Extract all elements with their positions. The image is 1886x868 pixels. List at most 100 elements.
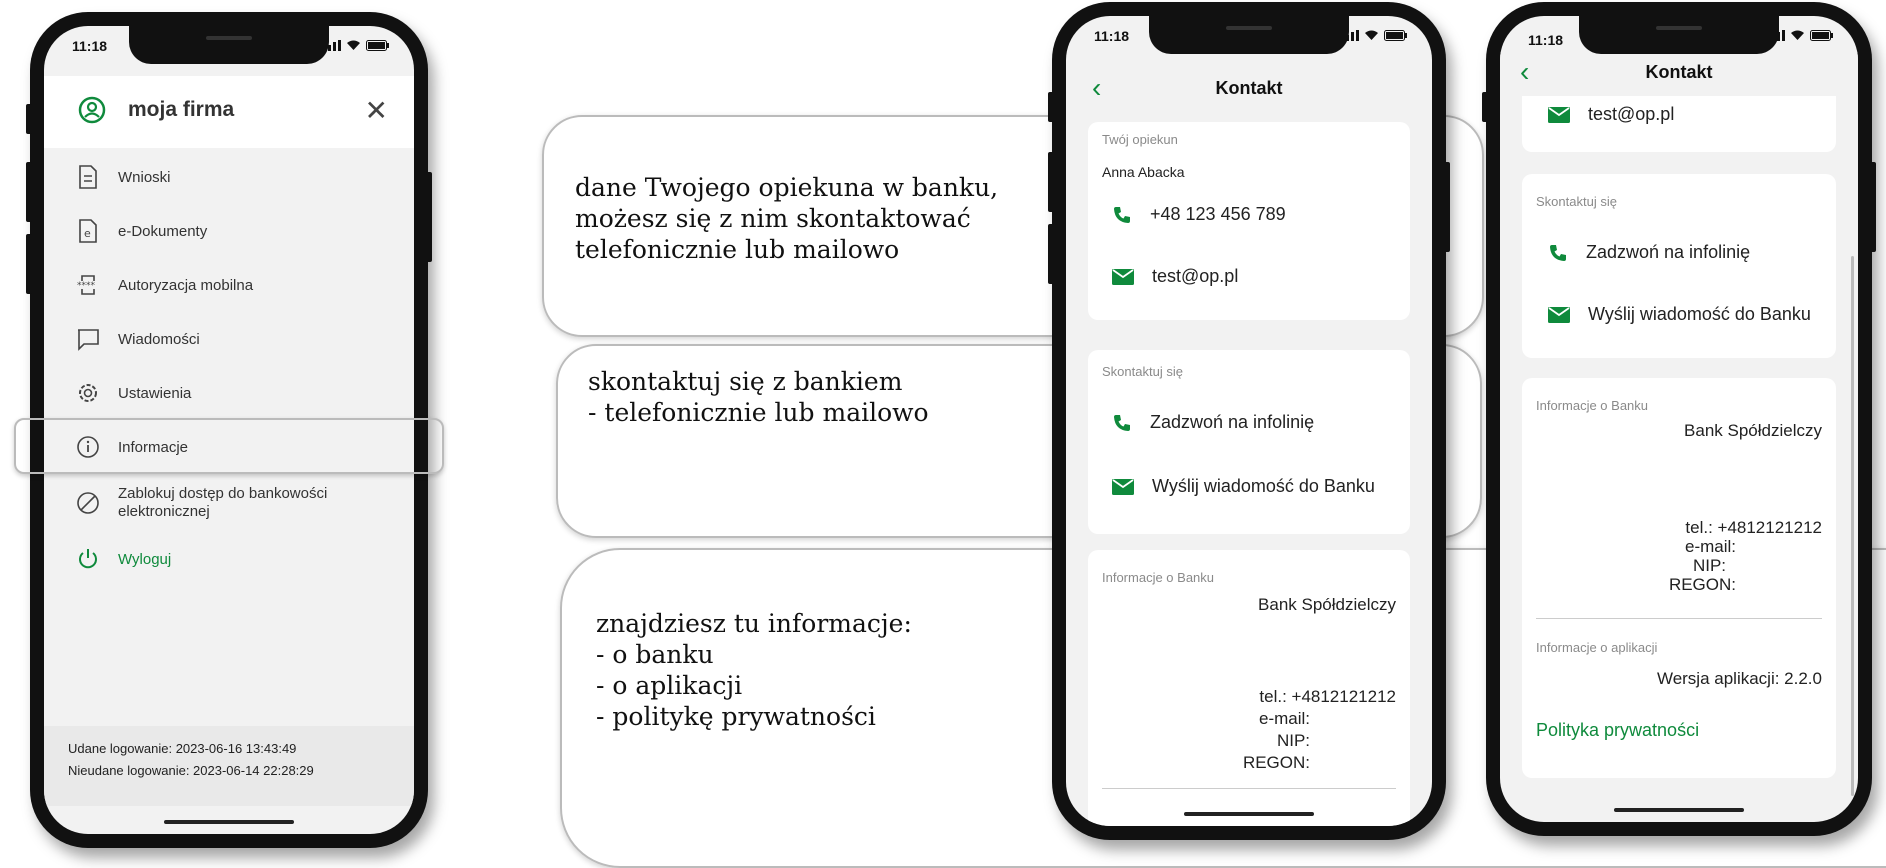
notch <box>129 26 329 64</box>
wifi-icon <box>347 40 360 50</box>
bank-regon: REGON: <box>1668 575 1736 594</box>
informacje-highlight <box>14 418 444 474</box>
divider <box>1102 788 1396 789</box>
menu-item-wnioski[interactable]: Wnioski <box>44 150 414 204</box>
menu-item-label: Ustawienia <box>118 384 192 402</box>
advisor-email: test@op.pl <box>1588 104 1675 124</box>
bank-details: tel.: +4812121212 e-mail: NIP: REGON: <box>1669 518 1822 594</box>
close-icon[interactable]: ✕ <box>365 94 388 127</box>
svg-text:e: e <box>84 227 91 240</box>
status-icons <box>323 40 390 51</box>
contact-label: Skontaktuj się <box>1536 194 1617 209</box>
send-message-button[interactable]: Wyślij wiadomość do Banku <box>1548 304 1811 325</box>
bank-info-card: Informacje o Banku Bank Spółdzielczy tel… <box>1088 550 1410 826</box>
callout-contact-text: skontaktuj się z bankiem - telefonicznie… <box>588 367 929 427</box>
app-info-label: Informacje o aplikacji <box>1536 640 1658 655</box>
app-version: Wersja aplikacji: 2.2.0 <box>1656 669 1822 688</box>
phone-contact-top: 11:18 ‹ Kontakt Twój opiekun Anna Abacka… <box>1048 2 1450 840</box>
menu-item-label: e-Dokumenty <box>118 222 208 240</box>
notch <box>1579 16 1779 54</box>
menu-item-wiadomosci[interactable]: Wiadomości <box>44 312 414 366</box>
advisor-card: Twój opiekun Anna Abacka +48 123 456 789… <box>1088 122 1410 320</box>
menu-item-wyloguj[interactable]: Wyloguj <box>44 532 414 586</box>
bank-info-card: Informacje o Banku Bank Spółdzielczy tel… <box>1522 378 1836 778</box>
call-hotline-button[interactable]: Zadzwoń na infolinię <box>1548 242 1750 263</box>
gear-icon <box>79 384 97 402</box>
callout-advisor-text: dane Twojego opiekuna w banku, możesz si… <box>575 173 999 264</box>
notch <box>1149 16 1349 54</box>
advisor-label: Twój opiekun <box>1102 132 1178 147</box>
scrollbar[interactable] <box>1851 256 1854 796</box>
callout-info-text: znajdziesz tu informacje: - o banku - o … <box>596 609 912 731</box>
wifi-icon <box>1791 30 1804 40</box>
email-icon <box>1112 478 1134 495</box>
advisor-card-partial: test@op.pl <box>1522 94 1836 152</box>
menu-item-autoryzacja[interactable]: **** Autoryzacja mobilna <box>44 258 414 312</box>
call-hotline-label: Zadzwoń na infolinię <box>1586 242 1751 262</box>
menu-item-label: Wiadomości <box>118 330 200 348</box>
bank-info-label: Informacje o Banku <box>1536 398 1649 413</box>
bank-nip: NIP: <box>1692 556 1726 575</box>
advisor-email: test@op.pl <box>1152 266 1239 286</box>
bank-regon: REGON: <box>1242 753 1310 772</box>
bank-nip: NIP: <box>1276 731 1310 750</box>
bank-name: Bank Spółdzielczy <box>1258 595 1396 614</box>
menu-list: Wnioski e e-Dokumenty **** Autoryzacja m… <box>44 150 414 586</box>
advisor-email-link[interactable]: test@op.pl <box>1548 104 1674 125</box>
advisor-name: Anna Abacka <box>1102 164 1185 180</box>
phone-icon <box>1114 206 1130 223</box>
account-selector[interactable]: moja firma <box>78 96 234 124</box>
login-history: Udane logowanie: 2023-06-16 13:43:49 Nie… <box>44 726 414 806</box>
contact-label: Skontaktuj się <box>1102 364 1183 379</box>
menu-item-ustawienia[interactable]: Ustawienia <box>44 366 414 420</box>
battery-icon <box>1384 30 1407 41</box>
send-message-label: Wyślij wiadomość do Banku <box>1152 476 1375 496</box>
menu-item-label: Wnioski <box>118 168 171 186</box>
call-hotline-label: Zadzwoń na infolinię <box>1150 412 1315 432</box>
contact-screen-scrolled: 11:18 ‹ Kontakt test@op.pl Skontaktuj si… <box>1500 16 1858 822</box>
phone-icon <box>1550 244 1566 261</box>
send-message-button[interactable]: Wyślij wiadomość do Banku <box>1112 476 1375 497</box>
status-icons <box>1341 30 1408 41</box>
status-time: 11:18 <box>72 38 108 54</box>
status-time: 11:18 <box>1094 28 1130 44</box>
divider <box>1536 618 1822 619</box>
power-icon <box>79 549 97 569</box>
nav-bar: ‹ Kontakt <box>1066 64 1432 108</box>
bank-tel: tel.: +4812121212 <box>1259 687 1396 706</box>
home-indicator <box>164 820 294 824</box>
email-icon <box>1112 268 1134 285</box>
bank-details: tel.: +4812121212 e-mail: NIP: REGON: <box>1243 686 1396 774</box>
menu-item-e-dokumenty[interactable]: e e-Dokumenty <box>44 204 414 258</box>
page-title: Kontakt <box>1645 62 1713 82</box>
contact-card: Skontaktuj się Zadzwoń na infolinię Wyśl… <box>1088 350 1410 534</box>
bank-name: Bank Spółdzielczy <box>1684 421 1822 440</box>
call-hotline-button[interactable]: Zadzwoń na infolinię <box>1112 412 1314 433</box>
page-title: Kontakt <box>1215 78 1283 98</box>
phone-contact-scrolled: 11:18 ‹ Kontakt test@op.pl Skontaktuj si… <box>1482 2 1876 836</box>
bank-info-label: Informacje o Banku <box>1102 570 1215 585</box>
home-indicator <box>1614 808 1744 812</box>
privacy-policy-link[interactable]: Polityka prywatności <box>1536 720 1699 741</box>
bank-email: e-mail: <box>1684 537 1736 556</box>
menu-item-label: Autoryzacja mobilna <box>118 276 254 294</box>
menu-item-zablokuj[interactable]: Zablokuj dostęp do bankowości elektronic… <box>44 474 414 532</box>
battery-icon <box>366 40 389 51</box>
phone-icon <box>1114 414 1130 431</box>
advisor-phone: +48 123 456 789 <box>1150 204 1286 224</box>
svg-text:****: **** <box>77 281 96 291</box>
advisor-email-link[interactable]: test@op.pl <box>1112 266 1238 287</box>
e-document-icon: e <box>79 219 97 243</box>
email-icon <box>1548 306 1570 323</box>
battery-icon <box>1810 30 1833 41</box>
menu-header: moja firma ✕ <box>44 76 414 148</box>
message-icon <box>78 329 99 351</box>
account-name: moja firma <box>128 98 235 121</box>
last-failed-login: Nieudane logowanie: 2023-06-14 22:28:29 <box>68 763 314 778</box>
status-time: 11:18 <box>1528 32 1564 48</box>
home-indicator <box>1184 812 1314 816</box>
bank-email: e-mail: <box>1258 709 1310 728</box>
contact-card: Skontaktuj się Zadzwoń na infolinię Wyśl… <box>1522 174 1836 358</box>
nav-bar: ‹ Kontakt <box>1500 52 1858 96</box>
advisor-phone-link[interactable]: +48 123 456 789 <box>1112 204 1286 225</box>
